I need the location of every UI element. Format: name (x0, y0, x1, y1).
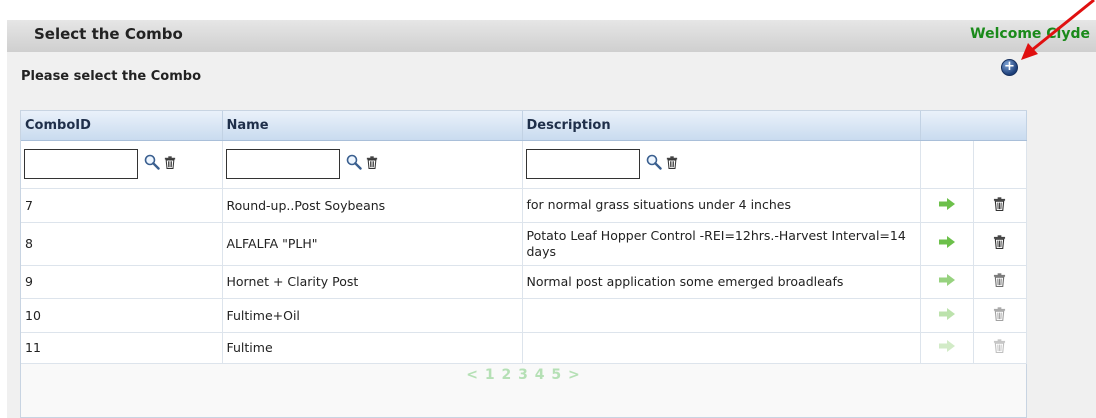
table-row[interactable]: 11 Fultime (21, 332, 1027, 364)
description-filter-input[interactable] (525, 149, 640, 179)
trash-icon[interactable] (666, 155, 678, 174)
arrow-right-icon[interactable] (938, 309, 956, 324)
trash-icon[interactable] (366, 155, 378, 174)
add-combo-button[interactable]: + (1001, 59, 1018, 76)
column-header-actions (920, 111, 1027, 141)
column-header-comboid[interactable]: ComboID (21, 111, 223, 141)
arrow-right-icon[interactable] (938, 237, 956, 252)
arrow-right-icon[interactable] (938, 199, 956, 214)
trash-icon[interactable] (993, 310, 1006, 325)
column-header-name[interactable]: Name (222, 111, 523, 141)
trash-icon[interactable] (993, 238, 1006, 253)
table-row[interactable]: 7 Round-up..Post Soybeans for normal gra… (21, 188, 1027, 223)
cell-comboid: 8 (21, 222, 223, 266)
cell-name: Hornet + Clarity Post (222, 265, 523, 299)
pagination[interactable]: < 1 2 3 4 5 > (21, 364, 1026, 383)
welcome-text: Welcome Clyde (970, 26, 1090, 42)
column-header-description[interactable]: Description (522, 111, 921, 141)
cell-comboid: 7 (21, 188, 223, 223)
cell-comboid: 11 (21, 332, 223, 364)
name-filter-input[interactable] (225, 149, 340, 179)
cell-name: Round-up..Post Soybeans (222, 188, 523, 223)
cell-comboid: 9 (21, 265, 223, 299)
section-subtitle: Please select the Combo (21, 69, 201, 84)
table-row[interactable]: 8 ALFALFA "PLH" Potato Leaf Hopper Contr… (21, 222, 1027, 266)
search-icon[interactable] (144, 154, 160, 174)
cell-description (522, 332, 921, 364)
cell-description: for normal grass situations under 4 inch… (522, 188, 921, 223)
search-icon[interactable] (346, 154, 362, 174)
combo-grid: ComboID Name Description 7 Round-up..Pos… (20, 110, 1027, 418)
table-row[interactable]: 10 Fultime+Oil (21, 298, 1027, 333)
cell-name: Fultime+Oil (222, 298, 523, 333)
cell-description (522, 298, 921, 333)
filter-row (21, 140, 1027, 189)
search-icon[interactable] (646, 154, 662, 174)
cell-description: Potato Leaf Hopper Control -REI=12hrs.-H… (522, 222, 921, 266)
cell-comboid: 10 (21, 298, 223, 333)
add-circle-icon: + (1004, 59, 1015, 74)
arrow-right-icon[interactable] (938, 341, 956, 356)
table-row[interactable]: 9 Hornet + Clarity Post Normal post appl… (21, 265, 1027, 299)
trash-icon[interactable] (993, 200, 1006, 215)
arrow-right-icon[interactable] (938, 275, 956, 290)
cell-description: Normal post application some emerged bro… (522, 265, 921, 299)
trash-icon[interactable] (993, 342, 1006, 357)
comboid-filter-input[interactable] (24, 149, 138, 179)
cell-name: Fultime (222, 332, 523, 364)
page-title: Select the Combo (34, 25, 183, 43)
panel-header: Select the Combo Welcome Clyde (7, 20, 1096, 52)
trash-icon[interactable] (993, 276, 1006, 291)
trash-icon[interactable] (164, 155, 176, 174)
cell-name: ALFALFA "PLH" (222, 222, 523, 266)
